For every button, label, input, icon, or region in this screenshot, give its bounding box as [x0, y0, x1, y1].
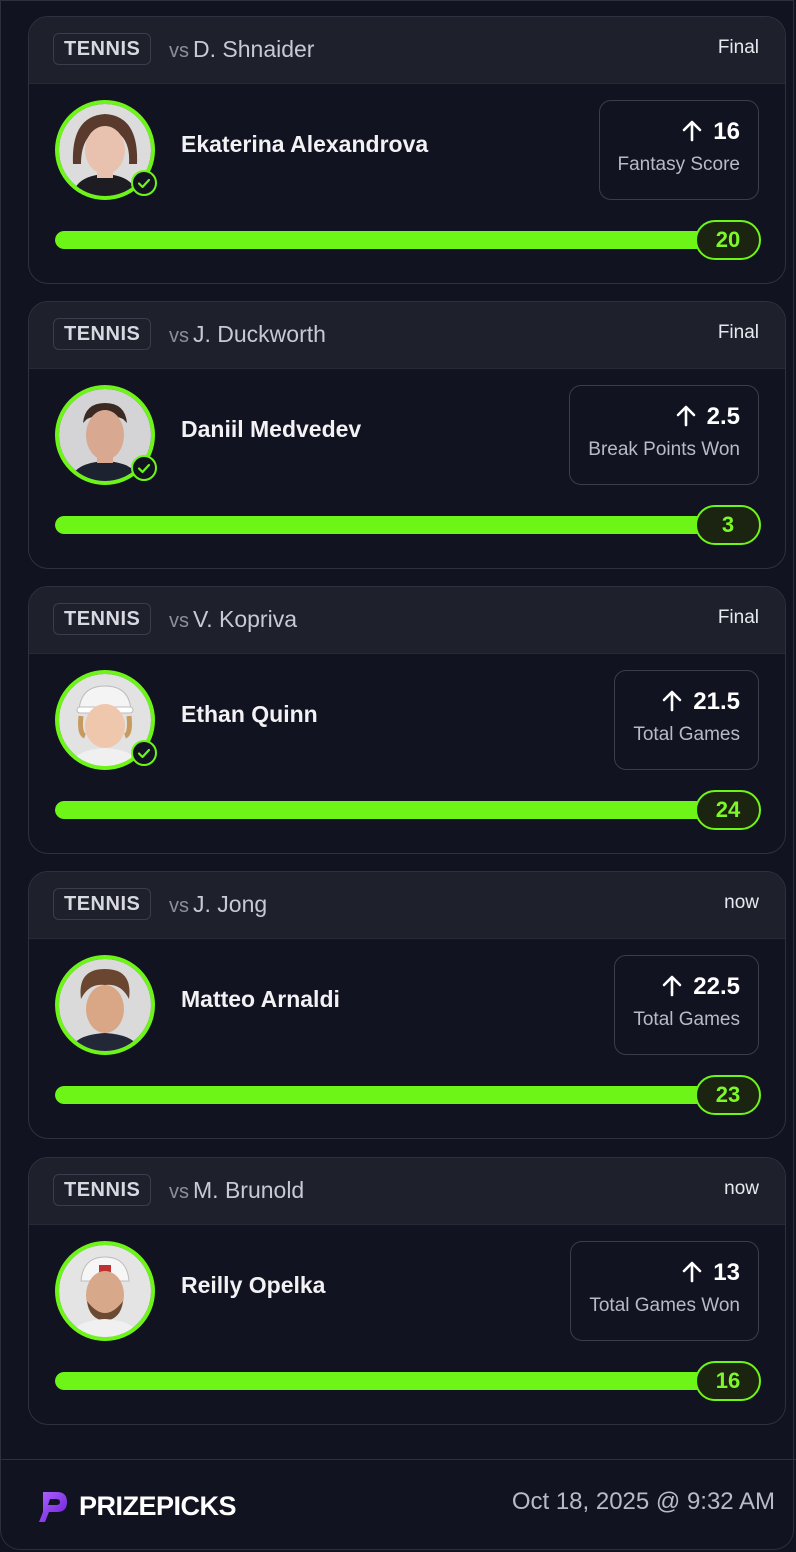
pick-card[interactable]: TENNIS vs J. Jong now Matteo Arnaldi 22.5… [28, 871, 786, 1139]
result-value: 23 [695, 1075, 761, 1115]
card-header: TENNIS vs V. Kopriva Final [29, 587, 785, 654]
opponent-name: V. Kopriva [193, 606, 297, 632]
progress-bar [55, 516, 705, 534]
progress-bar [55, 1372, 705, 1390]
pick-card[interactable]: TENNIS vs D. Shnaider Final Ekaterina Ale… [28, 16, 786, 284]
projection-line: 13 [713, 1259, 740, 1286]
game-status: now [724, 892, 759, 913]
player-avatar[interactable] [55, 1241, 155, 1341]
arrow-up-icon [681, 120, 703, 150]
opponent-label: vs J. Duckworth [169, 321, 326, 347]
result-value: 20 [695, 220, 761, 260]
stat-type: Total Games Won [589, 1295, 740, 1316]
check-circle-icon [131, 740, 157, 766]
brand-logo[interactable]: PRIZEPICKS [35, 1488, 237, 1524]
card-header: TENNIS vs D. Shnaider Final [29, 17, 785, 84]
sport-badge: TENNIS [53, 603, 152, 635]
player-name: Daniil Medvedev [181, 416, 362, 442]
projection-line: 16 [713, 118, 740, 145]
opponent-name: J. Jong [193, 891, 268, 917]
progress-fill [55, 1372, 705, 1390]
projection-box: 16 Fantasy Score [598, 100, 759, 200]
player-avatar[interactable] [55, 385, 157, 485]
progress-fill [55, 1086, 705, 1104]
opponent-label: vs M. Brunold [169, 1177, 305, 1203]
footer: PRIZEPICKS Oct 18, 2025 @ 9:32 AM [1, 1459, 796, 1551]
stat-type: Total Games [633, 1009, 740, 1030]
pick-summary-panel: TENNIS vs D. Shnaider Final Ekaterina Ale… [0, 0, 796, 1551]
result-value: 3 [695, 505, 761, 545]
arrow-up-icon [675, 405, 697, 435]
projection-line: 21.5 [693, 688, 740, 715]
projection-box: 21.5 Total Games [614, 670, 759, 770]
opponent-label: vs D. Shnaider [169, 36, 315, 62]
sport-badge: TENNIS [53, 888, 152, 920]
pick-card[interactable]: TENNIS vs J. Duckworth Final Daniil Medve… [28, 301, 786, 569]
pick-card[interactable]: TENNIS vs M. Brunold now Reilly Opelka 13… [28, 1157, 786, 1425]
progress-fill [55, 801, 705, 819]
opponent-label: vs J. Jong [169, 891, 268, 917]
progress-bar [55, 231, 705, 249]
check-circle-icon [131, 455, 157, 481]
prizepicks-logo-icon [39, 1492, 67, 1522]
progress-fill [55, 516, 705, 534]
pick-card[interactable]: TENNIS vs V. Kopriva Final Ethan Quinn 2… [28, 586, 786, 854]
player-avatar[interactable] [55, 100, 157, 200]
player-name: Ethan Quinn [181, 701, 318, 727]
player-avatar[interactable] [55, 955, 155, 1055]
opponent-name: D. Shnaider [193, 36, 315, 62]
player-photo [59, 1245, 151, 1337]
game-status: Final [717, 322, 759, 343]
stat-type: Total Games [633, 724, 740, 745]
brand-name: PRIZEPICKS [79, 1490, 237, 1521]
projection-box: 22.5 Total Games [614, 955, 759, 1055]
projection-line: 22.5 [693, 973, 740, 1000]
game-status: now [724, 1178, 759, 1199]
sport-badge: TENNIS [53, 318, 152, 350]
result-value: 16 [695, 1361, 761, 1401]
opponent-name: M. Brunold [193, 1177, 305, 1203]
opponent-name: J. Duckworth [193, 321, 326, 347]
stat-type: Fantasy Score [617, 154, 741, 175]
game-status: Final [717, 607, 759, 628]
progress-bar [55, 801, 705, 819]
game-status: Final [717, 37, 759, 58]
projection-box: 2.5 Break Points Won [569, 385, 759, 485]
player-name: Matteo Arnaldi [181, 986, 340, 1012]
sport-badge: TENNIS [53, 33, 152, 65]
projection-box: 13 Total Games Won [570, 1241, 759, 1341]
arrow-up-icon [661, 975, 683, 1005]
card-header: TENNIS vs J. Duckworth Final [29, 302, 785, 369]
opponent-label: vs V. Kopriva [169, 606, 297, 632]
arrow-up-icon [661, 690, 683, 720]
player-avatar[interactable] [55, 670, 157, 770]
player-photo [59, 959, 151, 1051]
result-value: 24 [695, 790, 761, 830]
player-name: Reilly Opelka [181, 1272, 326, 1298]
check-circle-icon [131, 170, 157, 196]
stat-type: Break Points Won [588, 439, 740, 460]
projection-line: 2.5 [706, 403, 740, 430]
player-name: Ekaterina Alexandrova [181, 131, 429, 157]
progress-fill [55, 231, 705, 249]
sport-badge: TENNIS [53, 1174, 152, 1206]
card-header: TENNIS vs M. Brunold now [29, 1158, 785, 1225]
arrow-up-icon [681, 1261, 703, 1291]
card-header: TENNIS vs J. Jong now [29, 872, 785, 939]
timestamp: Oct 18, 2025 @ 9:32 AM [511, 1488, 775, 1515]
progress-bar [55, 1086, 705, 1104]
